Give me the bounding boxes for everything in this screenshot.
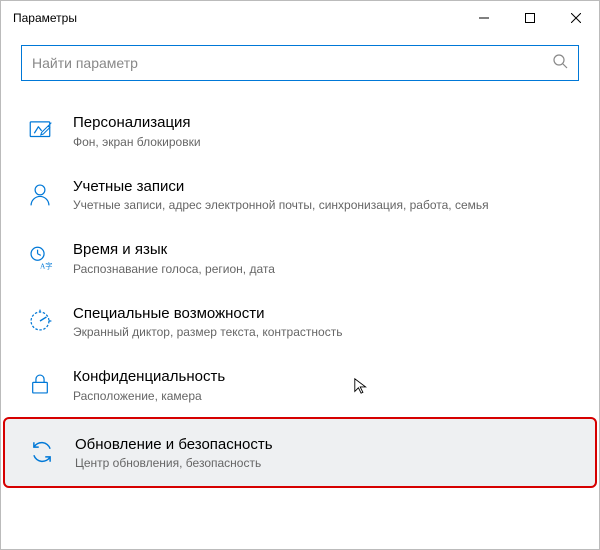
update-security-icon	[27, 437, 57, 467]
svg-text:A字: A字	[40, 261, 53, 270]
privacy-icon	[25, 369, 55, 399]
search-icon	[552, 53, 568, 74]
search-box[interactable]	[21, 45, 579, 81]
category-privacy[interactable]: Конфиденциальность Расположение, камера	[21, 353, 579, 417]
category-title: Персонализация	[73, 113, 201, 133]
category-update-security[interactable]: Обновление и безопасность Центр обновлен…	[3, 417, 597, 489]
minimize-button[interactable]	[461, 1, 507, 35]
category-title: Обновление и безопасность	[75, 435, 273, 455]
time-language-icon: A字	[25, 242, 55, 272]
personalization-icon	[25, 115, 55, 145]
accounts-icon	[25, 179, 55, 209]
category-subtitle: Расположение, камера	[73, 389, 225, 403]
category-subtitle: Фон, экран блокировки	[73, 135, 201, 149]
category-ease-of-access[interactable]: Специальные возможности Экранный диктор,…	[21, 290, 579, 354]
category-subtitle: Экранный диктор, размер текста, контраст…	[73, 325, 342, 339]
category-personalization[interactable]: Персонализация Фон, экран блокировки	[21, 99, 579, 163]
category-time-language[interactable]: A字 Время и язык Распознавание голоса, ре…	[21, 226, 579, 290]
category-subtitle: Центр обновления, безопасность	[75, 456, 273, 470]
window-title: Параметры	[13, 11, 77, 25]
category-accounts[interactable]: Учетные записи Учетные записи, адрес эле…	[21, 163, 579, 227]
category-title: Конфиденциальность	[73, 367, 225, 387]
category-subtitle: Учетные записи, адрес электронной почты,…	[73, 198, 489, 212]
search-input[interactable]	[32, 55, 552, 71]
titlebar: Параметры	[1, 1, 599, 35]
close-button[interactable]	[553, 1, 599, 35]
category-title: Учетные записи	[73, 177, 489, 197]
content-area: Персонализация Фон, экран блокировки Уче…	[1, 45, 599, 550]
category-title: Специальные возможности	[73, 304, 342, 324]
maximize-button[interactable]	[507, 1, 553, 35]
ease-of-access-icon	[25, 306, 55, 336]
category-subtitle: Распознавание голоса, регион, дата	[73, 262, 275, 276]
category-title: Время и язык	[73, 240, 275, 260]
